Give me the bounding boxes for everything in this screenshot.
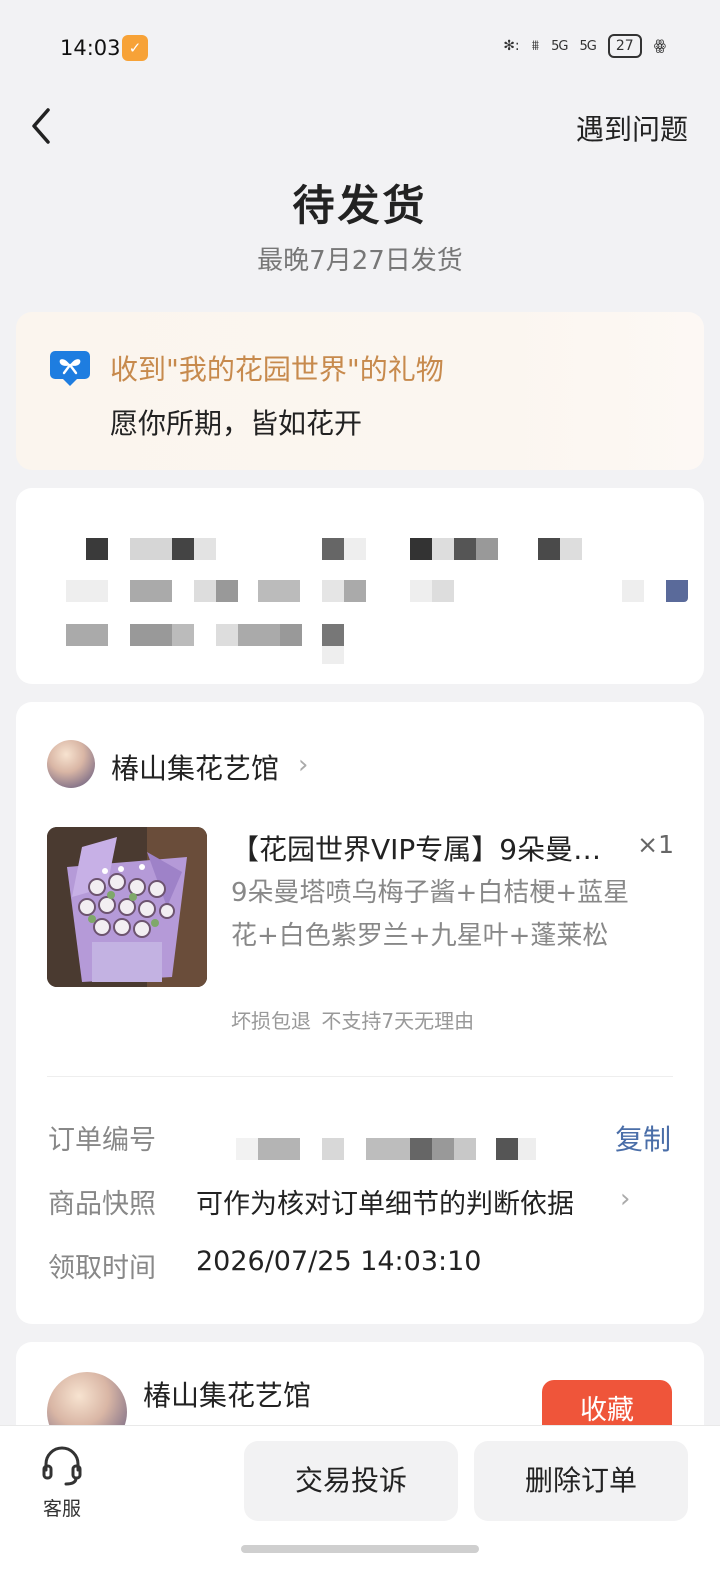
copy-button[interactable]: 复制 bbox=[615, 1118, 671, 1158]
snapshot-link[interactable]: 可作为核对订单细节的判断依据 bbox=[196, 1182, 574, 1221]
signal-icon: 5G bbox=[551, 38, 568, 54]
gift-message: 愿你所期，皆如花开 bbox=[110, 407, 363, 440]
mascot-icon: ꙮ bbox=[653, 38, 666, 54]
signal-icon: 5G bbox=[579, 38, 597, 54]
status-time: 14:03 bbox=[60, 36, 121, 60]
claim-time-value: 2026/07/25 14:03:10 bbox=[196, 1246, 482, 1277]
bluetooth-icon: ✻: bbox=[503, 38, 520, 54]
shipping-deadline: 最晚7月27日发货 bbox=[257, 246, 463, 276]
chevron-right-icon: › bbox=[298, 750, 309, 780]
back-arrow-icon bbox=[32, 108, 50, 144]
snapshot-label: 商品快照 bbox=[48, 1189, 156, 1220]
battery-icon: 27 bbox=[607, 34, 642, 58]
shop-name[interactable]: 椿山集花艺馆 bbox=[111, 747, 279, 787]
status-icons: ✻: ⩩ 5G 5G 27 ꙮ bbox=[503, 34, 666, 58]
wifi-icon: ⩩ bbox=[531, 38, 540, 54]
product-quantity: ×1 bbox=[637, 830, 674, 859]
service-tags: 坏损包退 不支持7天无理由 bbox=[231, 1009, 475, 1033]
home-indicator[interactable] bbox=[241, 1545, 479, 1553]
product-spec: 9朵曼塔喷乌梅子酱+白桔梗+蓝星花+白色紫罗兰+九星叶+蓬莱松 bbox=[231, 878, 630, 951]
app-notification-icon: ✓ bbox=[122, 35, 148, 61]
shop-avatar[interactable] bbox=[47, 740, 95, 788]
redacted-address bbox=[16, 488, 704, 684]
delete-order-button[interactable]: 删除订单 bbox=[474, 1441, 688, 1521]
headset-icon[interactable] bbox=[40, 1444, 84, 1488]
page-title: 待发货 bbox=[292, 181, 428, 230]
claim-time-label: 领取时间 bbox=[48, 1253, 156, 1284]
redacted-order-number bbox=[236, 1138, 536, 1162]
service-label[interactable]: 客服 bbox=[43, 1494, 81, 1521]
complaint-button[interactable]: 交易投诉 bbox=[244, 1441, 458, 1521]
gift-icon bbox=[49, 348, 91, 388]
back-button[interactable] bbox=[26, 104, 60, 148]
product-image[interactable] bbox=[47, 827, 207, 987]
gift-card bbox=[16, 312, 704, 470]
product-title[interactable]: 【花园世界VIP专属】9朵曼塔喷乌梅子酱+白桔梗+蓝星花+白色紫罗兰+九星叶+蓬… bbox=[231, 828, 621, 868]
divider bbox=[47, 1076, 673, 1077]
gift-title: 收到"我的花园世界"的礼物 bbox=[110, 353, 444, 386]
shop-name[interactable]: 椿山集花艺馆 bbox=[143, 1374, 311, 1414]
order-number-label: 订单编号 bbox=[48, 1125, 156, 1156]
address-card[interactable] bbox=[16, 488, 704, 684]
chevron-right-icon: › bbox=[620, 1184, 631, 1214]
help-link[interactable]: 遇到问题 bbox=[576, 108, 688, 148]
